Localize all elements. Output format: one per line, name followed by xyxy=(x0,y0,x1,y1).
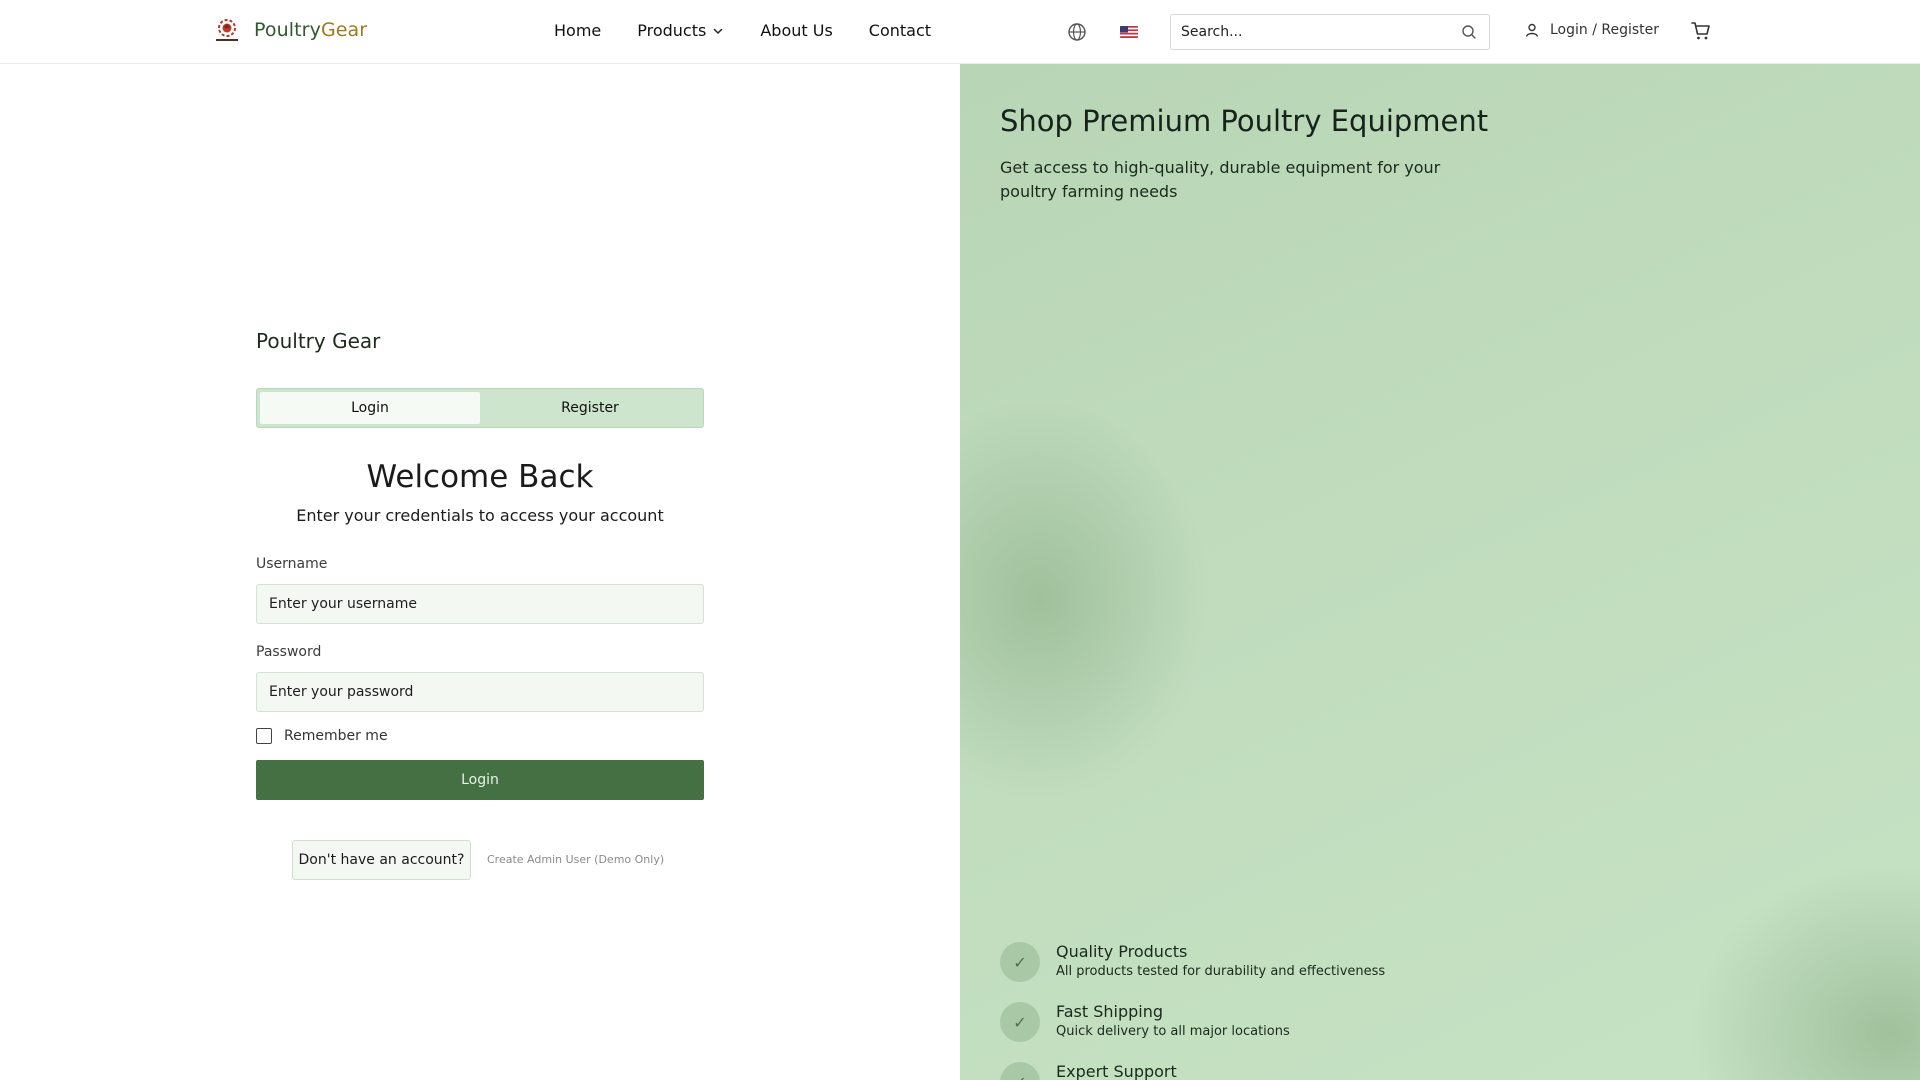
check-icon: ✓ xyxy=(1000,1002,1040,1042)
create-admin-link[interactable]: Create Admin User (Demo Only) xyxy=(487,853,664,866)
search-input[interactable] xyxy=(1181,15,1451,49)
tab-login[interactable]: Login xyxy=(260,392,480,424)
nav-home[interactable]: Home xyxy=(554,21,601,40)
nav-products[interactable]: Products xyxy=(637,21,724,40)
us-flag-icon[interactable] xyxy=(1120,26,1138,38)
logo-text: PoultryGear xyxy=(254,19,367,41)
feature-item: ✓ Quality Products All products tested f… xyxy=(1000,942,1385,982)
nav-home-label: Home xyxy=(554,21,602,40)
feature-description: All products tested for durability and e… xyxy=(1056,964,1386,979)
password-input[interactable] xyxy=(257,673,703,711)
welcome-subheading: Enter your credentials to access your ac… xyxy=(296,506,664,525)
nav-contact-label: Contact xyxy=(868,21,932,40)
site-header: PoultryGear Home Products About Us Conta… xyxy=(0,0,1920,64)
feature-item: ✓ Expert Support xyxy=(1000,1062,1177,1080)
username-field-wrapper xyxy=(256,584,704,624)
feature-description: Quick delivery to all major locations xyxy=(1056,1024,1290,1039)
login-submit-button[interactable]: Login xyxy=(256,760,704,800)
auth-brand-title: Poultry Gear xyxy=(256,329,381,353)
login-register-label: Login / Register xyxy=(1550,22,1660,38)
remember-me-label: Remember me xyxy=(284,728,388,744)
nav-about[interactable]: About Us xyxy=(760,21,832,40)
feature-title: Quality Products xyxy=(1056,942,1188,961)
promo-title: Shop Premium Poultry Equipment xyxy=(1000,104,1489,138)
auth-tabs: Login Register xyxy=(256,388,704,428)
welcome-heading: Welcome Back xyxy=(366,459,594,495)
search-box xyxy=(1170,14,1490,50)
search-icon[interactable] xyxy=(1461,24,1477,40)
tab-login-label: Login xyxy=(351,400,389,416)
no-account-button[interactable]: Don't have an account? xyxy=(292,840,471,880)
promo-panel: Shop Premium Poultry Equipment Get acces… xyxy=(960,64,1920,1080)
login-register-link[interactable]: Login / Register xyxy=(1524,22,1659,38)
password-label: Password xyxy=(256,644,322,660)
poultry-gear-logo-icon xyxy=(212,15,242,45)
logo-text-part2: Gear xyxy=(320,19,368,41)
nav-contact[interactable]: Contact xyxy=(869,21,931,40)
chevron-down-icon xyxy=(714,28,723,34)
tab-register[interactable]: Register xyxy=(480,392,700,424)
username-input[interactable] xyxy=(257,585,703,623)
password-field-wrapper xyxy=(256,672,704,712)
remember-me-checkbox[interactable] xyxy=(256,728,272,744)
globe-icon[interactable] xyxy=(1067,22,1087,42)
main-nav: Home Products About Us Contact xyxy=(554,21,931,40)
nav-products-label: Products xyxy=(637,21,707,40)
user-icon xyxy=(1525,23,1539,37)
check-icon: ✓ xyxy=(1000,942,1040,982)
nav-about-label: About Us xyxy=(760,21,833,40)
logo-text-part1: Poultry xyxy=(254,19,321,41)
promo-description: Get access to high-quality, durable equi… xyxy=(1000,158,1441,201)
tab-register-label: Register xyxy=(561,400,619,416)
logo[interactable]: PoultryGear xyxy=(212,15,367,45)
cart-icon[interactable] xyxy=(1690,20,1712,42)
username-label: Username xyxy=(256,556,328,572)
feature-title: Expert Support xyxy=(1056,1062,1177,1080)
feature-item: ✓ Fast Shipping Quick delivery to all ma… xyxy=(1000,1002,1290,1042)
feature-title: Fast Shipping xyxy=(1056,1002,1164,1021)
remember-me: Remember me xyxy=(256,728,388,744)
check-icon: ✓ xyxy=(1000,1062,1040,1080)
